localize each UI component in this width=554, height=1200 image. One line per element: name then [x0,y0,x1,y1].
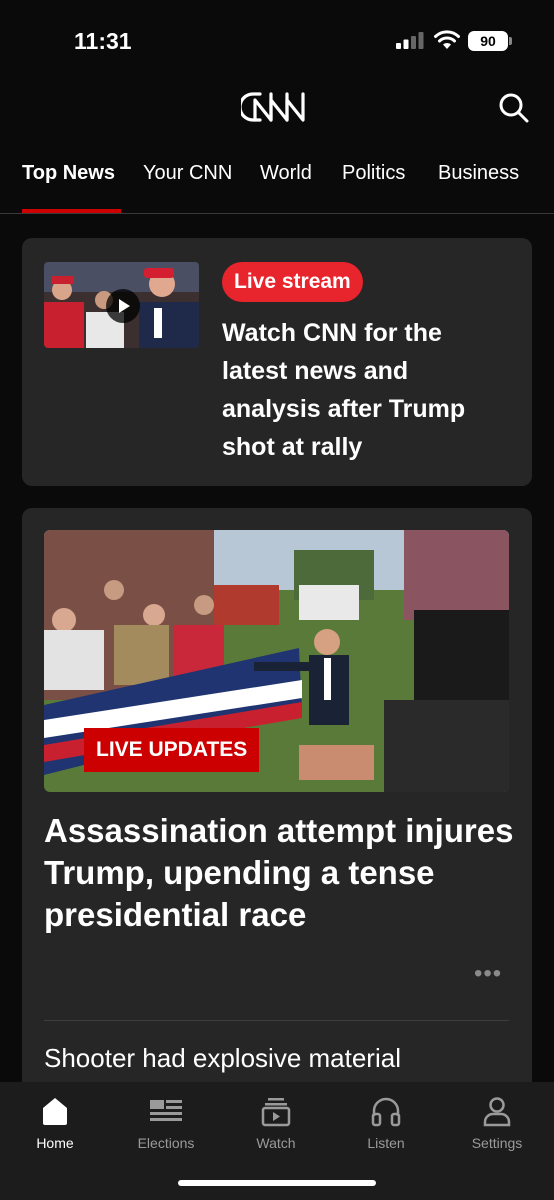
divider [44,1020,509,1021]
section-tabs: Top News Your CNN World Politics Busines… [0,150,554,214]
cnn-logo[interactable] [241,88,313,126]
live-stream-thumbnail[interactable] [44,262,199,348]
live-stream-title[interactable]: Watch CNN for the latest news and analys… [222,314,512,466]
hero-image[interactable]: LIVE UPDATES [44,530,509,792]
battery-indicator: 90 [468,31,508,51]
elections-icon [150,1100,182,1121]
nav-watch[interactable]: Watch [226,1094,326,1151]
tab-world[interactable]: World [260,162,312,185]
wifi-icon [434,30,460,49]
headphones-icon [371,1097,401,1127]
more-options-icon[interactable]: ••• [474,960,502,988]
tab-your-cnn[interactable]: Your CNN [143,162,232,185]
main-headline[interactable]: Assassination attempt injures Trump, upe… [44,810,514,936]
battery-tip [509,37,512,45]
bottom-navigation: Home Elections Watch Listen Settings [0,1082,554,1200]
live-stream-card[interactable]: Live stream Watch CNN for the latest new… [22,238,532,486]
watch-icon [261,1098,291,1127]
home-icon [43,1098,67,1125]
play-icon[interactable] [106,289,140,323]
nav-watch-label: Watch [256,1135,296,1151]
clock: 11:31 [74,28,132,54]
nav-home[interactable]: Home [5,1094,105,1151]
next-headline[interactable]: Shooter had explosive material [44,1040,514,1076]
nav-listen[interactable]: Listen [336,1094,436,1151]
app-header [0,80,554,136]
search-icon[interactable] [498,92,530,124]
nav-elections-label: Elections [137,1135,195,1151]
main-story-card[interactable]: LIVE UPDATES Assassination attempt injur… [22,508,532,1128]
nav-home-label: Home [36,1135,74,1151]
status-bar: 11:31 90 [0,0,554,80]
live-stream-badge: Live stream [222,262,363,302]
home-indicator[interactable] [178,1180,376,1186]
live-updates-badge: LIVE UPDATES [84,728,260,772]
person-icon [483,1097,511,1127]
nav-listen-label: Listen [367,1135,405,1151]
tab-top-news[interactable]: Top News [22,162,115,185]
nav-elections[interactable]: Elections [116,1094,216,1151]
tab-business[interactable]: Business [438,162,519,185]
active-tab-indicator [22,209,121,213]
nav-settings[interactable]: Settings [447,1094,547,1151]
nav-settings-label: Settings [471,1135,523,1151]
cellular-signal-icon [396,32,424,49]
tab-politics[interactable]: Politics [342,162,405,185]
